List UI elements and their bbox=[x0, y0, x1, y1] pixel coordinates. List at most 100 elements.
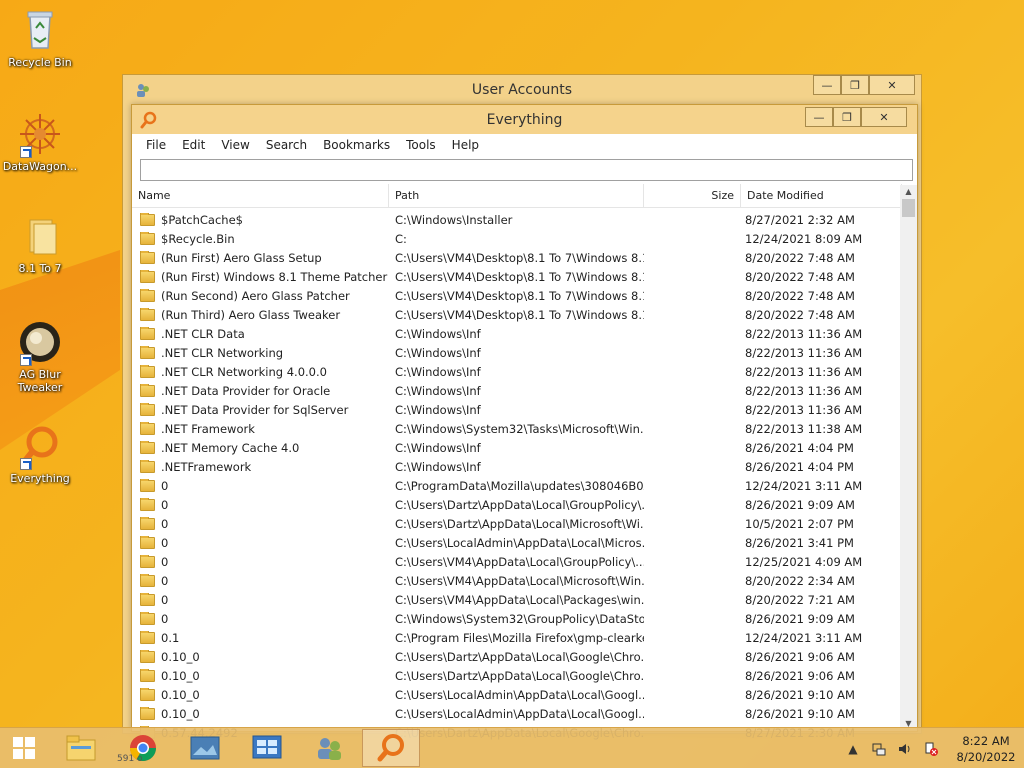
row-date: 12/24/2021 8:09 AM bbox=[745, 231, 863, 246]
start-button[interactable] bbox=[0, 728, 48, 768]
menu-search[interactable]: Search bbox=[258, 138, 315, 152]
taskbar-control-panel[interactable] bbox=[238, 729, 296, 767]
user-accounts-titlebar[interactable]: User Accounts — ❐ ✕ bbox=[123, 75, 921, 105]
table-row[interactable]: 0 C:\Users\LocalAdmin\AppData\Local\Micro… bbox=[132, 533, 902, 552]
menu-tools[interactable]: Tools bbox=[398, 138, 444, 152]
desktop-icon-ag-blur-tweaker[interactable]: AG Blur Tweaker bbox=[0, 320, 80, 394]
scroll-up-icon[interactable]: ▲ bbox=[900, 185, 917, 199]
table-row[interactable]: .NET Data Provider for Oracle C:\Windows\… bbox=[132, 381, 902, 400]
taskbar-clock[interactable]: 8:22 AM 8/20/2022 bbox=[948, 733, 1024, 765]
user-accounts-window-controls: — ❐ ✕ bbox=[813, 75, 915, 95]
user-accounts-icon bbox=[318, 738, 341, 760]
desktop-icon-recycle-bin[interactable]: Recycle Bin bbox=[0, 8, 80, 69]
maximize-button[interactable]: ❐ bbox=[841, 75, 869, 95]
folder-icon bbox=[140, 630, 155, 644]
taskbar-everything[interactable] bbox=[362, 729, 420, 767]
taskbar-file-explorer[interactable] bbox=[52, 729, 110, 767]
table-row[interactable]: 0.10_0 C:\Users\Dartz\AppData\Local\Googl… bbox=[132, 666, 902, 685]
folder-icon bbox=[140, 687, 155, 701]
row-path: C:\Windows\Inf bbox=[395, 459, 481, 474]
row-date: 8/20/2022 7:21 AM bbox=[745, 592, 855, 607]
menu-edit[interactable]: Edit bbox=[174, 138, 213, 152]
row-name: (Run First) Windows 8.1 Theme Patcher bbox=[161, 269, 388, 284]
row-name: 0.10_0 bbox=[161, 687, 200, 702]
row-name: .NET Memory Cache 4.0 bbox=[161, 440, 300, 455]
table-row[interactable]: 0.10_0 C:\Users\LocalAdmin\AppData\Local\… bbox=[132, 704, 902, 723]
column-name[interactable]: Name bbox=[132, 184, 389, 207]
close-button[interactable]: ✕ bbox=[861, 107, 907, 127]
windows-logo-icon bbox=[13, 737, 35, 759]
row-date: 8/26/2021 9:06 AM bbox=[745, 668, 855, 683]
close-button[interactable]: ✕ bbox=[869, 75, 915, 95]
row-name: 0 bbox=[161, 592, 169, 607]
table-row[interactable]: (Run First) Aero Glass Setup C:\Users\VM4… bbox=[132, 248, 902, 267]
table-row[interactable]: 0.10_0 C:\Users\Dartz\AppData\Local\Googl… bbox=[132, 647, 902, 666]
everything-titlebar[interactable]: Everything — ❐ ✕ bbox=[132, 105, 917, 134]
volume-icon[interactable] bbox=[896, 740, 914, 758]
shortcut-arrow-icon bbox=[20, 458, 32, 470]
table-row[interactable]: .NET CLR Networking 4.0.0.0 C:\Windows\In… bbox=[132, 362, 902, 381]
table-row[interactable]: .NETFramework C:\Windows\Inf 8/26/2021 4:0… bbox=[132, 457, 902, 476]
table-row[interactable]: (Run Second) Aero Glass Patcher C:\Users\… bbox=[132, 286, 902, 305]
table-row[interactable]: .NET CLR Networking C:\Windows\Inf 8/22/20… bbox=[132, 343, 902, 362]
folder-icon bbox=[140, 573, 155, 587]
column-date-modified[interactable]: Date Modified bbox=[741, 184, 902, 207]
row-name: 0 bbox=[161, 535, 169, 550]
network-icon[interactable] bbox=[870, 740, 888, 758]
vertical-scrollbar[interactable]: ▲ ▼ bbox=[900, 185, 917, 731]
row-name: .NET Data Provider for SqlServer bbox=[161, 402, 349, 417]
taskbar-chrome[interactable]: 591 o bbox=[114, 729, 172, 767]
search-input[interactable] bbox=[140, 159, 913, 181]
table-row[interactable]: $PatchCache$ C:\Windows\Installer 8/27/202… bbox=[132, 210, 902, 229]
row-name: .NETFramework bbox=[161, 459, 252, 474]
table-row[interactable]: .NET CLR Data C:\Windows\Inf 8/22/2013 11:… bbox=[132, 324, 902, 343]
column-size[interactable]: Size bbox=[644, 184, 741, 207]
desktop-icon-everything[interactable]: Everything bbox=[0, 424, 80, 485]
desktop-icon-label: AG Blur Tweaker bbox=[17, 368, 63, 394]
row-date: 8/20/2022 7:48 AM bbox=[745, 288, 855, 303]
desktop-icon-datawagon[interactable]: DataWagon... bbox=[0, 112, 80, 173]
table-row[interactable]: 0 C:\Users\VM4\AppData\Local\Microsoft\Wi… bbox=[132, 571, 902, 590]
menu-file[interactable]: File bbox=[138, 138, 174, 152]
table-row[interactable]: 0 C:\Users\VM4\AppData\Local\Packages\win… bbox=[132, 590, 902, 609]
table-row[interactable]: 0 C:\ProgramData\Mozilla\updates\308046B0… bbox=[132, 476, 902, 495]
table-row[interactable]: 0.1 C:\Program Files\Mozilla Firefox\gmp-… bbox=[132, 628, 902, 647]
system-tray: ▲ 8:22 AM 8/20/2022 bbox=[840, 728, 1024, 768]
table-row[interactable]: .NET Framework C:\Windows\System32\Tasks\… bbox=[132, 419, 902, 438]
table-row[interactable]: 0 C:\Users\Dartz\AppData\Local\GroupPolic… bbox=[132, 495, 902, 514]
table-row[interactable]: 0 C:\Users\Dartz\AppData\Local\Microsoft\… bbox=[132, 514, 902, 533]
scroll-thumb[interactable] bbox=[902, 199, 915, 217]
folder-icon bbox=[140, 706, 155, 720]
menu-bookmarks[interactable]: Bookmarks bbox=[315, 138, 398, 152]
table-row[interactable]: $Recycle.Bin C: 12/24/2021 8:09 AM bbox=[132, 229, 902, 248]
table-row[interactable]: .NET Memory Cache 4.0 C:\Windows\Inf 8/26/… bbox=[132, 438, 902, 457]
taskbar: 591 o ▲ 8:22 AM 8/20/2022 bbox=[0, 727, 1024, 768]
row-name-cell: 0 bbox=[132, 554, 389, 569]
row-name: 0 bbox=[161, 478, 169, 493]
row-name-cell: .NET Memory Cache 4.0 bbox=[132, 440, 389, 455]
table-row[interactable]: (Run First) Windows 8.1 Theme Patcher C:\… bbox=[132, 267, 902, 286]
everything-app-icon bbox=[140, 111, 157, 129]
table-row[interactable]: (Run Third) Aero Glass Tweaker C:\Users\V… bbox=[132, 305, 902, 324]
desktop-icon-8-1-to-7[interactable]: 8.1 To 7 bbox=[0, 214, 80, 275]
action-center-icon[interactable] bbox=[922, 740, 940, 758]
taskbar-photos[interactable] bbox=[176, 729, 234, 767]
everything-window[interactable]: Everything — ❐ ✕ File Edit View Search B… bbox=[131, 104, 918, 740]
row-name: 0 bbox=[161, 516, 169, 531]
chevron-up-icon[interactable]: ▲ bbox=[844, 740, 862, 758]
row-date: 8/20/2022 7:48 AM bbox=[745, 269, 855, 284]
menu-view[interactable]: View bbox=[213, 138, 257, 152]
table-row[interactable]: 0 C:\Windows\System32\GroupPolicy\DataSto… bbox=[132, 609, 902, 628]
row-date: 8/20/2022 7:48 AM bbox=[745, 250, 855, 265]
maximize-button[interactable]: ❐ bbox=[833, 107, 861, 127]
folder-icon bbox=[140, 326, 155, 340]
menu-help[interactable]: Help bbox=[444, 138, 487, 152]
taskbar-user-accounts[interactable] bbox=[300, 729, 358, 767]
row-name: $Recycle.Bin bbox=[161, 231, 235, 246]
minimize-button[interactable]: — bbox=[805, 107, 833, 127]
table-row[interactable]: .NET Data Provider for SqlServer C:\Windo… bbox=[132, 400, 902, 419]
minimize-button[interactable]: — bbox=[813, 75, 841, 95]
column-path[interactable]: Path bbox=[389, 184, 644, 207]
table-row[interactable]: 0 C:\Users\VM4\AppData\Local\GroupPolicy\… bbox=[132, 552, 902, 571]
table-row[interactable]: 0.10_0 C:\Users\LocalAdmin\AppData\Local\… bbox=[132, 685, 902, 704]
